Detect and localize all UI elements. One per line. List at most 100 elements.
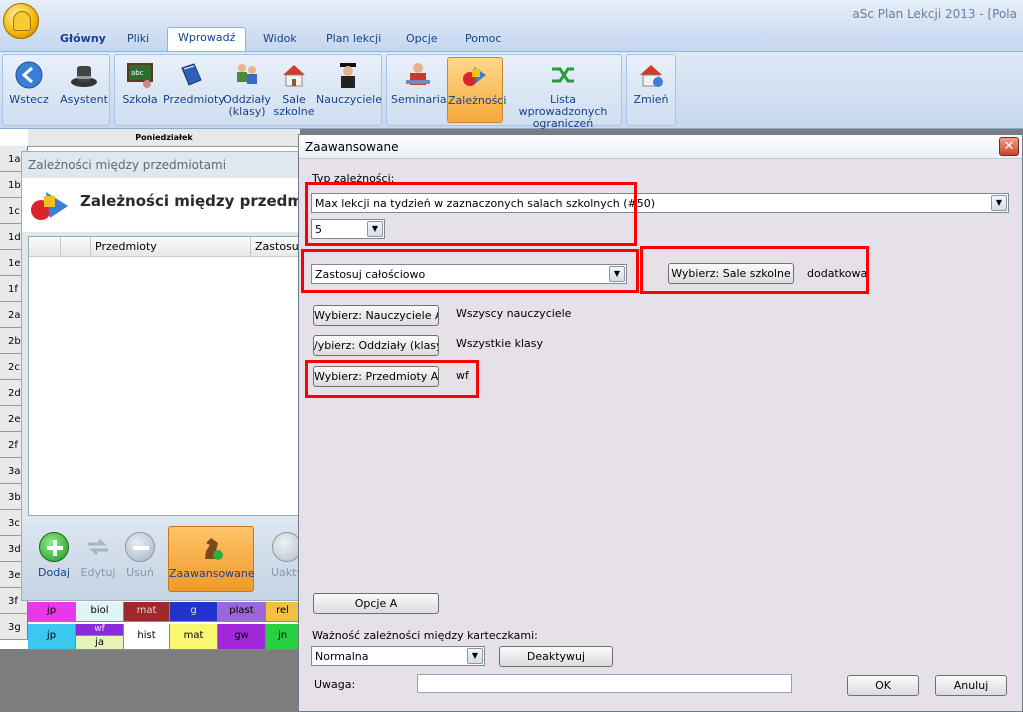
select-teachers-button[interactable]: Wybierz: Nauczyciele A <box>313 305 439 326</box>
constraints-label: Zależności <box>448 94 507 107</box>
close-button[interactable]: ✕ <box>999 137 1019 156</box>
back-label: Wstecz <box>9 93 49 106</box>
ribbon: Wstecz Asystent abc Szkoła Przedmioty Od… <box>0 51 1023 130</box>
chess-knight-icon <box>196 533 226 563</box>
advanced-label: Zaawansowane <box>169 567 255 580</box>
constraints-list-label-2: ograniczeń <box>532 117 594 130</box>
rooms-button[interactable]: Sale szkolne <box>273 57 315 123</box>
timetable-cell[interactable]: jn <box>266 624 300 650</box>
seminars-label: Seminaria <box>391 93 447 106</box>
ribbon-group-data: abc Szkoła Przedmioty Oddziały (klasy) S… <box>114 54 382 126</box>
column-header <box>29 237 61 257</box>
dialog-title: Zaawansowane <box>305 140 399 154</box>
advanced-button[interactable]: Zaawansowane <box>168 526 255 592</box>
timetable-cell[interactable]: wf <box>76 624 124 636</box>
wizard-hat-icon <box>69 60 99 90</box>
options-button[interactable]: Opcje A <box>313 593 439 614</box>
timetable-cell[interactable]: rel <box>266 602 300 622</box>
remove-button[interactable]: Usuń <box>118 526 162 592</box>
edit-button[interactable]: Edytuj <box>76 526 120 592</box>
school-button[interactable]: abc Szkoła <box>118 57 162 123</box>
house-edit-icon <box>636 60 666 90</box>
bell-icon <box>13 11 31 31</box>
app-menu-button[interactable] <box>3 3 39 39</box>
teacher-icon <box>333 60 363 90</box>
back-button[interactable]: Wstecz <box>5 57 53 123</box>
add-label: Dodaj <box>38 566 70 579</box>
shuffle-icon <box>548 60 578 90</box>
edit-arrows-icon <box>83 532 113 562</box>
select-classes-button[interactable]: /ybierz: Oddziały (klasy) A <box>313 335 439 356</box>
timetable-cell[interactable]: jp <box>28 602 76 622</box>
timetable-cell[interactable]: hist <box>124 624 170 650</box>
tab-help[interactable]: Pomoc <box>455 29 511 50</box>
svg-text:abc: abc <box>131 69 144 77</box>
tab-options[interactable]: Opcje <box>396 29 448 50</box>
seminars-button[interactable]: Seminaria <box>391 57 447 123</box>
constraints-list-label-1: Lista wprowadzonych <box>518 93 608 118</box>
subjects-button[interactable]: Przedmioty <box>163 57 225 123</box>
column-header-subjects[interactable]: Przedmioty <box>91 237 251 257</box>
ribbon-group-change: Zmień <box>626 54 676 126</box>
ribbon-group-constraints: Seminaria Zależności Lista wprowadzonych… <box>386 54 622 130</box>
add-icon <box>39 532 69 562</box>
back-arrow-icon <box>14 60 44 90</box>
ok-button[interactable]: OK <box>847 675 919 696</box>
add-button[interactable]: Dodaj <box>32 526 76 592</box>
window-title: aSc Plan Lekcji 2013 - [Pola <box>852 7 1017 21</box>
tab-view[interactable]: Widok <box>253 29 307 50</box>
edit-label: Edytuj <box>80 566 116 579</box>
classes-value: Wszystkie klasy <box>456 337 544 350</box>
constraints-button[interactable]: Zależności <box>447 57 507 123</box>
house-icon <box>279 60 309 90</box>
advanced-dialog: Zaawansowane ✕ Typ zależności: Max lekcj… <box>298 134 1023 712</box>
column-header <box>61 237 91 257</box>
timetable-cell[interactable]: plast <box>218 602 266 622</box>
note-label: Uwaga: <box>314 678 356 691</box>
classes-label-2: (klasy) <box>228 105 266 118</box>
deactivate-button[interactable]: Deaktywuj <box>499 646 613 667</box>
assistant-label: Asystent <box>60 93 108 106</box>
note-input[interactable] <box>417 674 792 693</box>
window-header: Zależności między przedmiotami <box>22 178 357 232</box>
timetable-cell[interactable]: mat <box>170 624 218 650</box>
importance-label: Ważność zależności między karteczkami: <box>312 629 538 642</box>
highlight-box <box>640 246 869 294</box>
timetable-cell[interactable]: gw <box>218 624 266 650</box>
row-label: 3g <box>0 614 28 640</box>
timetable-cell[interactable]: jp <box>28 624 76 650</box>
timetable-cell[interactable]: ja <box>76 636 124 650</box>
classes-button[interactable]: Oddziały (klasy) <box>221 57 273 123</box>
title-bar: aSc Plan Lekcji 2013 - [Pola Główny Plik… <box>0 0 1023 52</box>
highlight-box <box>301 249 639 293</box>
assistant-button[interactable]: Asystent <box>59 57 109 123</box>
timetable-cell[interactable]: g <box>170 602 218 622</box>
tab-insert[interactable]: Wprowadź <box>167 27 247 51</box>
tab-timetable[interactable]: Plan lekcji <box>316 29 391 50</box>
teachers-value: Wszyscy nauczyciele <box>456 307 572 320</box>
timetable-cell[interactable]: mat <box>124 602 170 622</box>
importance-select[interactable]: Normalna ▼ <box>311 646 485 666</box>
tab-files[interactable]: Pliki <box>117 29 159 50</box>
subjects-label: Przedmioty <box>163 93 225 106</box>
cancel-button[interactable]: Anuluj <box>935 675 1007 696</box>
teachers-button[interactable]: Nauczyciele <box>316 57 382 123</box>
teachers-label: Nauczyciele <box>316 93 382 106</box>
seminar-icon <box>403 60 433 90</box>
chevron-down-icon: ▼ <box>991 195 1007 211</box>
day-header: Poniedziałek <box>28 129 300 147</box>
constraints-list-button[interactable]: Lista wprowadzonych ograniczeń <box>505 57 621 130</box>
window-toolbar: Dodaj Edytuj Usuń Zaawansowane Uakty <box>22 522 320 600</box>
window-title: Zależności między przedmiotami <box>28 158 227 172</box>
timetable-cell[interactable]: biol <box>76 602 124 622</box>
shapes-icon <box>460 61 490 91</box>
tab-main[interactable]: Główny <box>50 29 116 50</box>
close-icon: ✕ <box>1003 139 1015 154</box>
constraints-list[interactable]: Przedmioty Zastosuj c <box>28 236 321 516</box>
change-button[interactable]: Zmień <box>629 57 673 123</box>
book-icon <box>176 60 206 90</box>
people-icon <box>232 60 262 90</box>
shapes-icon <box>28 188 70 222</box>
highlight-box <box>305 360 479 398</box>
change-label: Zmień <box>633 93 669 106</box>
